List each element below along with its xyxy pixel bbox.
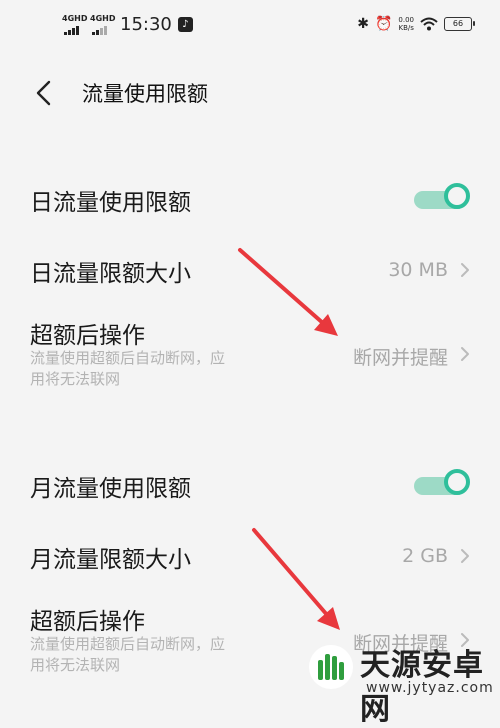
daily-limit-row[interactable]: 日流量使用限额 bbox=[0, 175, 500, 225]
monthly-action-desc: 流量使用超额后自动断网，应用将无法联网 bbox=[30, 635, 226, 674]
chevron-right-icon bbox=[461, 549, 469, 563]
status-time: 15:30 bbox=[120, 14, 172, 35]
network-type-label: 4GHD bbox=[62, 13, 88, 23]
back-arrow-icon[interactable] bbox=[30, 78, 60, 108]
status-right: ✱ ⏰ 0.00 KB/s 66 bbox=[357, 16, 475, 32]
network-speed-unit: KB/s bbox=[398, 24, 414, 32]
daily-limit-toggle[interactable] bbox=[414, 183, 470, 215]
signal-icon-sim1: 4GHD bbox=[62, 13, 88, 35]
daily-size-label: 日流量限额大小 bbox=[30, 261, 191, 287]
monthly-size-value: 2 GB bbox=[402, 545, 448, 567]
battery-level: 66 bbox=[452, 19, 464, 28]
site-logo-icon bbox=[309, 645, 353, 689]
battery-icon: 66 bbox=[444, 17, 475, 31]
daily-action-label: 超额后操作 bbox=[30, 323, 145, 349]
signal-icon-sim2: 4GHD bbox=[90, 13, 116, 35]
monthly-size-row[interactable]: 月流量限额大小 2 GB bbox=[0, 534, 500, 584]
network-speed: 0.00 KB/s bbox=[398, 16, 414, 32]
chevron-right-icon bbox=[461, 263, 469, 277]
daily-size-value: 30 MB bbox=[388, 259, 448, 281]
daily-action-value: 断网并提醒 bbox=[352, 347, 448, 369]
tiktok-icon: ♪ bbox=[177, 17, 193, 32]
daily-size-row[interactable]: 日流量限额大小 30 MB bbox=[0, 248, 500, 298]
status-bar: 4GHD 4GHD 15:30 ♪ ✱ ⏰ 0.00 KB/s 66 bbox=[0, 0, 500, 56]
site-watermark: 天源安卓网 www.jytyaz.com bbox=[300, 636, 500, 727]
page-header: 流量使用限额 bbox=[0, 68, 500, 118]
site-url: www.jytyaz.com bbox=[366, 680, 494, 696]
daily-action-desc: 流量使用超额后自动断网，应用将无法联网 bbox=[30, 349, 226, 388]
network-type-label: 4GHD bbox=[90, 13, 116, 23]
monthly-limit-toggle[interactable] bbox=[414, 469, 470, 501]
wifi-icon bbox=[420, 17, 438, 31]
chevron-right-icon bbox=[461, 347, 469, 361]
daily-limit-label: 日流量使用限额 bbox=[30, 190, 191, 216]
status-left: 4GHD 4GHD 15:30 ♪ bbox=[62, 14, 193, 35]
monthly-size-label: 月流量限额大小 bbox=[30, 547, 191, 573]
monthly-limit-row[interactable]: 月流量使用限额 bbox=[0, 461, 500, 511]
alarm-icon: ⏰ bbox=[374, 16, 393, 32]
network-speed-value: 0.00 bbox=[398, 16, 414, 24]
monthly-limit-label: 月流量使用限额 bbox=[30, 476, 191, 502]
daily-action-row[interactable]: 超额后操作 流量使用超额后自动断网，应用将无法联网 断网并提醒 bbox=[0, 314, 500, 404]
bluetooth-icon: ✱ bbox=[357, 16, 369, 32]
page-title: 流量使用限额 bbox=[82, 82, 208, 106]
monthly-action-label: 超额后操作 bbox=[30, 609, 145, 635]
